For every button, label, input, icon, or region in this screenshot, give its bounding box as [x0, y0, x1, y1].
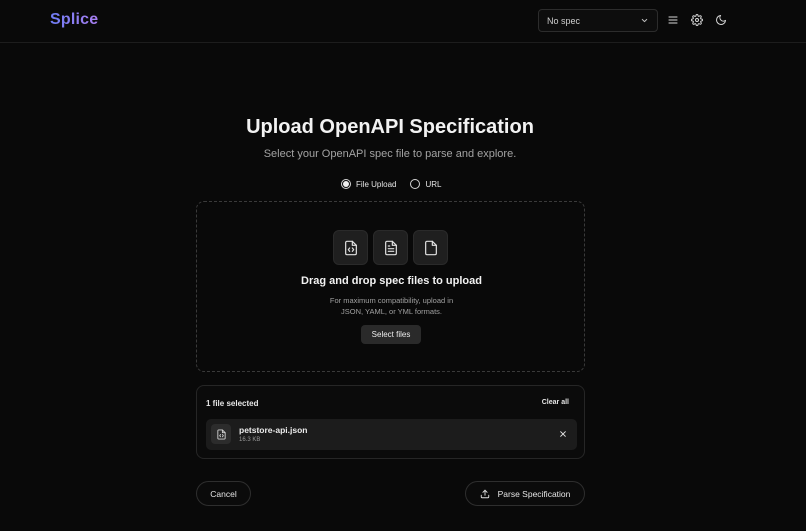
brand-logo[interactable]: Splice [50, 11, 98, 29]
menu-button[interactable] [666, 13, 680, 27]
file-text-icon [384, 240, 397, 255]
file-code-icon [344, 240, 357, 255]
moon-icon [716, 15, 726, 25]
parse-specification-button[interactable]: Parse Specification [465, 481, 585, 506]
theme-toggle-button[interactable] [714, 13, 728, 27]
radio-selected-indicator[interactable] [341, 179, 351, 189]
file-list-item: petstore-api.json 16.3 KB [206, 419, 577, 450]
spec-select[interactable]: No spec [538, 9, 658, 32]
file-thumb [211, 424, 231, 444]
dropzone-title: Drag and drop spec files to upload [301, 275, 482, 287]
close-icon [560, 431, 566, 437]
dropzone-description-line2: JSON, YAML, or YML formats. [340, 307, 442, 316]
page-title: Upload OpenAPI Specification [246, 116, 534, 138]
spec-select-value: No spec [547, 15, 581, 26]
file-type-icons [333, 230, 448, 265]
gear-icon [691, 14, 703, 26]
file-plain-tile [413, 230, 448, 265]
upload-mode-group: File Upload URL [341, 178, 441, 190]
file-size: 16.3 KB [239, 437, 261, 443]
remove-file-button[interactable] [558, 429, 568, 439]
dropzone-description: For maximum compatibility, upload in JSO… [309, 295, 474, 317]
cancel-button[interactable]: Cancel [196, 481, 251, 506]
app-header: Splice No spec [0, 0, 806, 43]
clear-all-button[interactable]: Clear all [542, 399, 569, 406]
chevron-down-icon [641, 18, 648, 23]
file-icon [424, 240, 437, 255]
radio-file-upload[interactable]: File Upload [341, 179, 396, 189]
file-dropzone[interactable]: Drag and drop spec files to upload For m… [196, 201, 585, 372]
file-text-tile [373, 230, 408, 265]
file-code-icon [216, 428, 226, 440]
select-files-button[interactable]: Select files [361, 325, 421, 344]
file-name: petstore-api.json [239, 425, 308, 435]
menu-icon [668, 16, 678, 24]
radio-file-upload-label: File Upload [356, 179, 397, 189]
files-count-label: 1 file selected [206, 399, 259, 408]
page-subtitle: Select your OpenAPI spec file to parse a… [263, 148, 517, 160]
radio-unselected-indicator[interactable] [410, 179, 421, 189]
upload-icon [480, 489, 489, 498]
radio-url-label: URL [425, 179, 442, 189]
settings-button[interactable] [690, 13, 704, 27]
parse-button-label: Parse Specification [497, 488, 571, 499]
dropzone-description-line1: For maximum compatibility, upload in [329, 296, 454, 305]
cancel-button-label: Cancel [210, 488, 237, 499]
radio-url[interactable]: URL [410, 179, 441, 189]
file-code-tile [333, 230, 368, 265]
selected-files-panel: 1 file selected Clear all petstore-api.j… [196, 385, 585, 459]
